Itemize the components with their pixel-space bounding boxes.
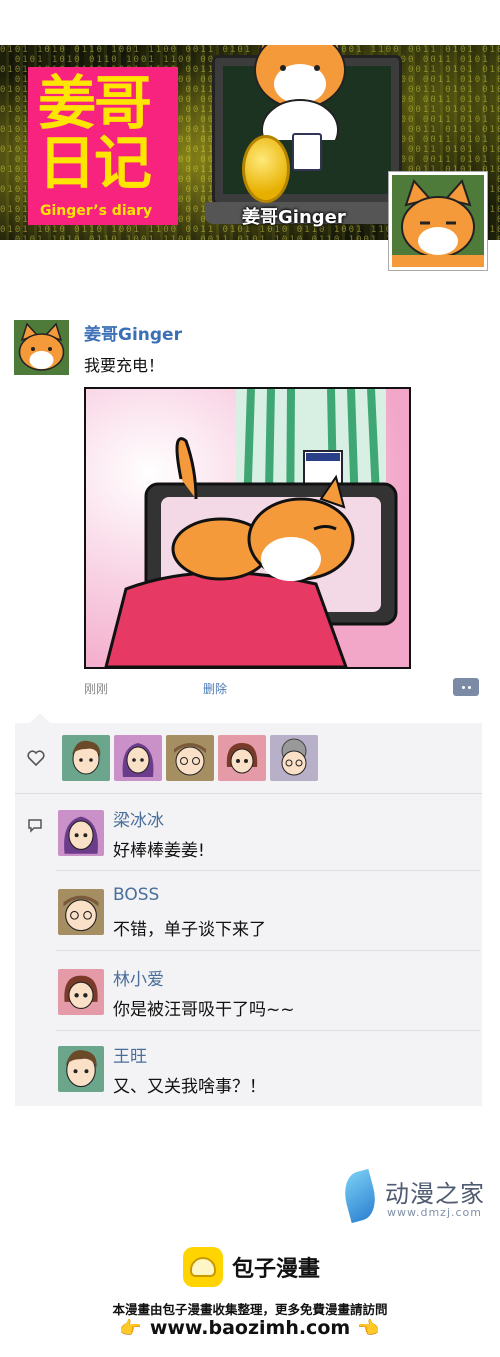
comment-item: 梁冰冰 好棒棒姜姜!: [56, 806, 476, 876]
grandma-avatar-icon: [281, 738, 307, 776]
post-image[interactable]: [84, 387, 411, 669]
boss-avatar-icon: [63, 895, 99, 932]
dmzj-watermark: 动漫之家 www.dmzj.com: [339, 1168, 495, 1224]
like-avatar-wangwang[interactable]: [62, 735, 110, 781]
man-avatar-icon: [72, 740, 101, 775]
comment-item: 王旺 又、又关我啥事？！: [56, 1042, 476, 1112]
boss-avatar-icon: [174, 743, 206, 776]
comment-text: 又、又关我啥事？！: [113, 1077, 266, 1097]
woman-avatar-icon: [64, 816, 98, 854]
like-avatar-grandma[interactable]: [270, 735, 318, 781]
post-author-avatar[interactable]: [14, 320, 69, 375]
cat-illustration: [254, 45, 346, 140]
profile-avatar[interactable]: [389, 172, 487, 270]
comment-divider: [56, 1030, 480, 1031]
girl-avatar-icon: [226, 743, 258, 774]
comment-item: 林小爱 你是被汪哥吸干了吗~~: [56, 965, 476, 1035]
comment-text: 不错，单子谈下来了: [113, 920, 266, 940]
logo-line-1: 姜哥: [38, 69, 152, 137]
commenter-avatar[interactable]: [58, 969, 104, 1015]
like-avatar-boss[interactable]: [166, 735, 214, 781]
diary-logo: 姜哥 日记 Ginger’s diary: [28, 67, 178, 225]
likes-avatar-list: [62, 735, 318, 781]
charging-cat-comic: [86, 389, 409, 667]
dmzj-url: www.dmzj.com: [387, 1206, 482, 1219]
banner-character-name: 姜哥Ginger: [242, 207, 346, 228]
commenter-name[interactable]: 王旺: [113, 1042, 147, 1067]
post-author-name[interactable]: 姜哥Ginger: [84, 320, 182, 345]
logo-subtitle: Ginger’s diary: [40, 203, 153, 219]
id-badge-illustration: [292, 133, 322, 171]
baozi-name: 包子漫畫: [232, 1257, 321, 1282]
commenter-name[interactable]: BOSS: [113, 885, 159, 905]
pointing-hand-icon: 👉: [119, 1318, 142, 1339]
cat-face-icon: [18, 322, 65, 371]
woman-avatar-icon: [122, 743, 154, 777]
commenter-name[interactable]: 梁冰冰: [113, 806, 164, 831]
comment-item: BOSS 不错，单子谈下来了: [56, 885, 476, 955]
delete-post-link[interactable]: 删除: [203, 680, 227, 697]
like-avatar-liangbingbing[interactable]: [114, 735, 162, 781]
baozi-url[interactable]: www.baozimh.com: [150, 1317, 350, 1339]
baozi-url-line[interactable]: 👉 www.baozimh.com 👉: [0, 1317, 500, 1339]
more-options-button[interactable]: [453, 678, 479, 696]
commenter-name[interactable]: 林小爱: [113, 965, 164, 990]
comment-divider: [56, 950, 480, 951]
comment-text: 好棒棒姜姜!: [113, 841, 205, 861]
commenter-avatar[interactable]: [58, 1046, 104, 1092]
comment-icon: [28, 819, 42, 833]
panel-divider: [15, 793, 482, 794]
like-avatar-linxiaoai[interactable]: [218, 735, 266, 781]
commenter-avatar[interactable]: [58, 889, 104, 935]
comment-text: 你是被汪哥吸干了吗~~: [113, 1000, 295, 1020]
baozi-description: 本漫畫由包子漫畫收集整理，更多免費漫畫請訪問: [112, 1302, 388, 1317]
dmzj-title: 动漫之家: [385, 1180, 485, 1208]
post-text: 我要充电！: [84, 356, 165, 375]
girl-avatar-icon: [64, 975, 98, 1009]
dmzj-leaf-icon: [339, 1168, 381, 1224]
logo-line-2: 日记: [38, 129, 152, 197]
baozi-logo-icon: [183, 1247, 223, 1287]
heart-icon: [27, 750, 45, 766]
commenter-avatar[interactable]: [58, 810, 104, 856]
gold-coin-illustration: [242, 135, 290, 203]
pointing-hand-icon: 👉: [358, 1318, 381, 1339]
comment-divider: [56, 870, 480, 871]
man-avatar-icon: [65, 1050, 97, 1088]
post-timestamp: 刚刚: [84, 682, 109, 696]
panel-pointer: [30, 713, 50, 723]
dot-icon: [461, 685, 465, 689]
cat-face-icon: [392, 179, 484, 267]
